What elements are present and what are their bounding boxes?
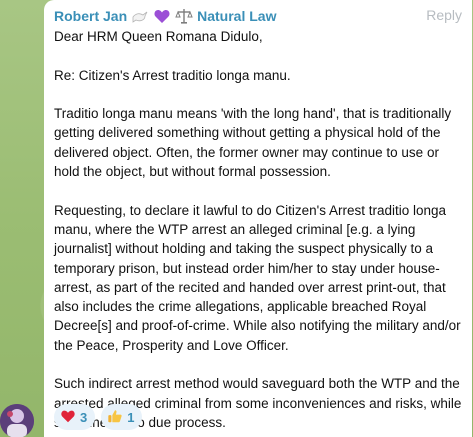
message-bubble: Robert Jan Natural Law Reply Dear HRM Qu…	[44, 0, 472, 437]
reaction-thumbs-up[interactable]: 1	[101, 404, 143, 430]
message-paragraph: Traditio longa manu means 'with the long…	[54, 106, 452, 180]
reaction-count: 3	[80, 409, 88, 425]
message-paragraph: Requesting, to declare it lawful to do C…	[54, 202, 461, 353]
reactions-bar: 3 1	[54, 404, 143, 430]
message-text: Dear HRM Queen Romana Didulo, Re: Citize…	[54, 27, 464, 432]
reaction-heart[interactable]: 3	[54, 404, 96, 430]
message-paragraph: Re: Citizen's Arrest traditio longa manu…	[54, 67, 291, 83]
scales-icon	[175, 7, 193, 25]
thumbs-up-icon	[107, 408, 123, 427]
dove-icon	[131, 7, 149, 25]
reaction-count: 1	[127, 409, 135, 425]
message-paragraph: Dear HRM Queen Romana Didulo,	[54, 29, 263, 44]
avatar[interactable]	[0, 404, 34, 437]
sender-title: Natural Law	[197, 8, 277, 24]
heart-icon	[60, 408, 76, 427]
message-header: Robert Jan Natural Law	[54, 7, 276, 25]
sender-name[interactable]: Robert Jan	[54, 8, 127, 24]
purple-heart-icon	[153, 7, 171, 25]
reply-button[interactable]: Reply	[426, 7, 462, 23]
